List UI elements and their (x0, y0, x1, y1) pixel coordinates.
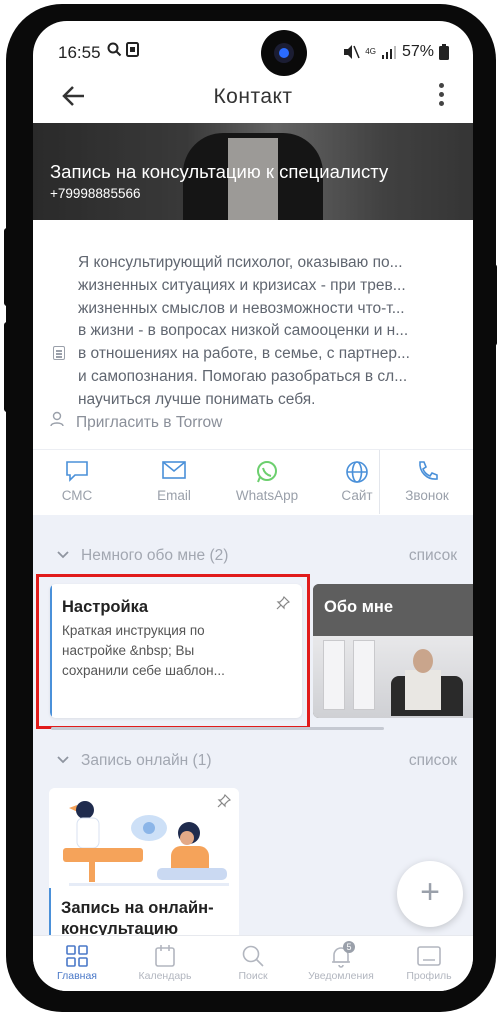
pin-icon[interactable] (217, 793, 232, 811)
call-button[interactable]: Звонок (383, 450, 471, 516)
description-text: Я консультирующий психолог, оказываю по.… (78, 252, 458, 412)
nav-search[interactable]: Поиск (209, 936, 297, 991)
section-title: Немного обо мне (2) (81, 547, 229, 564)
description-line: научиться лучше понимать себя. (78, 390, 316, 408)
person-icon (50, 411, 64, 430)
network-type: 4G (365, 47, 376, 56)
notification-badge: 5 (343, 941, 355, 953)
page-title: Контакт (213, 85, 293, 108)
sms-label: СМС (61, 488, 93, 503)
bottom-nav: Главная Календарь Поиск 5 Уведомления Пр… (33, 935, 473, 991)
hero-phone[interactable]: +79998885566 (50, 186, 140, 201)
hero-title: Запись на консультацию к специалисту (50, 161, 389, 182)
nav-label: Поиск (238, 970, 268, 982)
chevron-down-icon (57, 550, 69, 562)
section-title: Запись онлайн (1) (81, 752, 212, 769)
grid-icon (33, 944, 121, 968)
battery-icon (439, 44, 449, 60)
contact-actions: СМС Email WhatsApp Сайт Звонок (33, 449, 473, 515)
invite-link[interactable]: Пригласить в Torrow (50, 411, 222, 432)
nav-label: Главная (57, 970, 97, 982)
card-about[interactable]: Обо мне (313, 584, 473, 718)
bell-icon: 5 (329, 941, 355, 968)
profile-icon (385, 944, 473, 968)
nav-calendar[interactable]: Календарь (121, 936, 209, 991)
section-view-link[interactable]: список (409, 752, 457, 770)
selection-highlight (36, 574, 310, 729)
status-time: 16:55 (58, 43, 101, 62)
battery-level: 57% (401, 43, 434, 60)
app-bar: Контакт (33, 77, 473, 123)
nav-home[interactable]: Главная (33, 936, 121, 991)
screenshot-status-icon (126, 42, 140, 57)
invite-label: Пригласить в Torrow (76, 414, 223, 431)
description-line: жизненных смыслов и невозможности что-т.… (78, 299, 405, 317)
status-left-icons (107, 42, 140, 61)
power-button (491, 264, 497, 346)
status-right: 4G 57% (342, 43, 449, 61)
volume-button-lower (4, 322, 10, 412)
section-header-online[interactable]: Запись онлайн (1) список (33, 752, 473, 776)
whatsapp-icon (223, 460, 311, 483)
description-line: в отношениях на работе, в семье, с партн… (78, 345, 410, 363)
email-button[interactable]: Email (130, 450, 218, 516)
volume-button (4, 228, 10, 306)
more-menu-icon[interactable] (439, 83, 447, 110)
nav-label: Уведомления (308, 970, 374, 982)
search-icon (209, 944, 297, 968)
action-divider (379, 450, 380, 514)
nav-label: Календарь (138, 970, 192, 982)
nav-profile[interactable]: Профиль (385, 936, 473, 991)
nav-notifications[interactable]: 5 Уведомления (297, 936, 385, 991)
hero-banner: Запись на консультацию к специалисту +79… (33, 123, 473, 220)
status-bar: 16:55 4G 57% (33, 21, 473, 77)
section-header-about[interactable]: Немного обо мне (2) список (33, 547, 473, 571)
chevron-down-icon (57, 755, 69, 767)
card-title: Обо мне (324, 598, 394, 616)
whatsapp-button[interactable]: WhatsApp (223, 450, 311, 516)
consultation-illustration (49, 788, 239, 888)
email-label: Email (157, 488, 191, 503)
description-icon (53, 346, 65, 360)
phone-icon (383, 460, 471, 482)
nav-label: Профиль (406, 970, 452, 982)
screen: 16:55 4G 57% Контакт Запись на консульта… (33, 21, 473, 991)
email-icon (130, 460, 218, 482)
card-online[interactable]: Запись на онлайн-консультацию (49, 788, 239, 943)
description-line: в жизни - в вопросах низкой самооценки и… (78, 322, 409, 340)
description-line: и самопознания. Помогаю разобраться в сл… (78, 367, 408, 385)
signal-icon (381, 46, 396, 59)
description-line: жизненных ситуациях и кризисах - при тре… (78, 276, 406, 294)
sms-icon (33, 460, 121, 482)
call-label: Звонок (405, 488, 449, 503)
horizontal-scrollbar[interactable] (51, 727, 384, 730)
add-button[interactable]: + (397, 861, 463, 927)
front-camera (261, 30, 307, 76)
mute-icon (344, 45, 360, 59)
search-status-icon (107, 42, 122, 57)
card-title: Запись на онлайн-консультацию (61, 899, 214, 938)
section-view-link[interactable]: список (409, 547, 457, 565)
calendar-icon (121, 944, 209, 968)
sms-button[interactable]: СМС (33, 450, 121, 516)
whatsapp-label: WhatsApp (235, 488, 299, 503)
description-line: Я консультирующий психолог, оказываю по.… (78, 254, 403, 271)
